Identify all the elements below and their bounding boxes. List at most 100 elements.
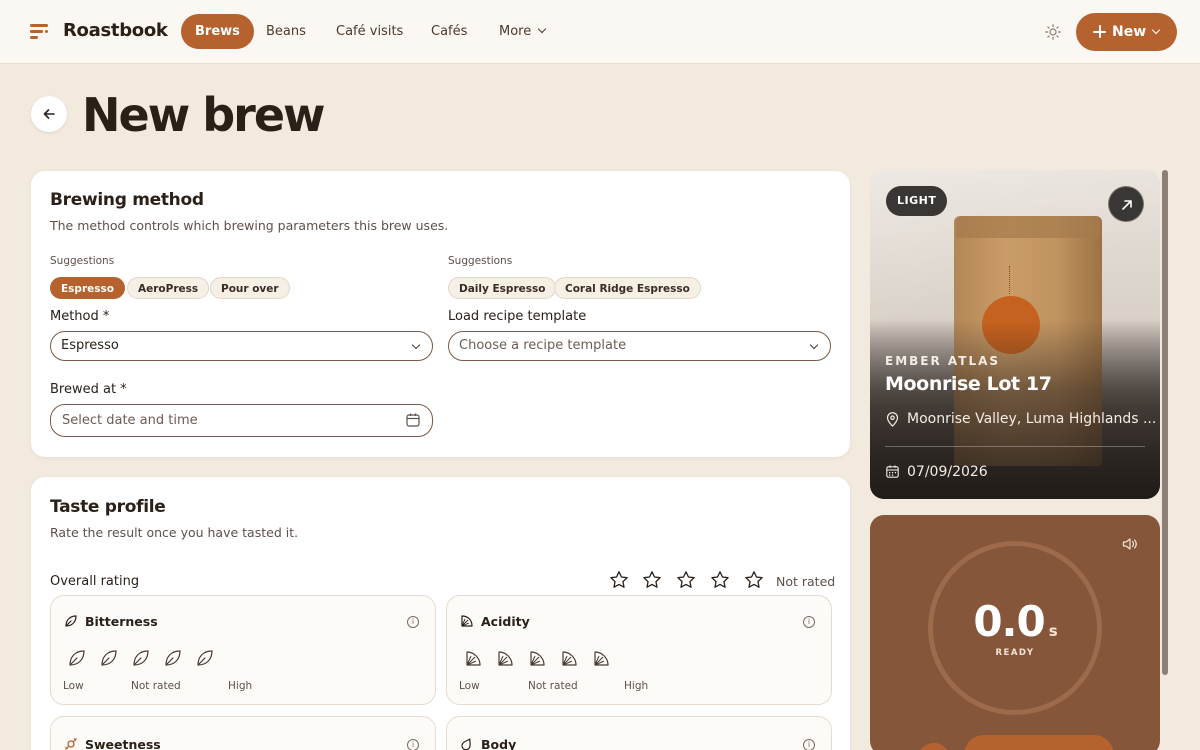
map-pin-icon xyxy=(886,412,899,427)
template-select-placeholder: Choose a recipe template xyxy=(459,338,627,353)
chevron-down-icon xyxy=(411,340,421,350)
method-select-value: Espresso xyxy=(61,338,119,353)
external-link-icon xyxy=(1122,200,1132,210)
nav-tab-more[interactable]: More xyxy=(485,14,559,49)
sweetness-rating-card: Sweetness i xyxy=(50,716,436,750)
citrus-icon[interactable] xyxy=(592,648,612,668)
overall-rating-label: Overall rating xyxy=(50,574,140,589)
info-icon[interactable]: i xyxy=(803,616,815,628)
roast-date: 07/09/2026 xyxy=(907,464,988,480)
leaf-icon[interactable] xyxy=(163,648,183,668)
star-icon[interactable] xyxy=(642,570,662,590)
nav-tab-beans[interactable]: Beans xyxy=(252,14,320,49)
template-chip-coral-ridge-espresso[interactable]: Coral Ridge Espresso xyxy=(554,277,701,299)
taste-profile-card: Taste profile Rate the result once you h… xyxy=(31,477,850,750)
citrus-icon[interactable] xyxy=(528,648,548,668)
citrus-icon xyxy=(461,615,473,627)
coffee-bag-mark xyxy=(1009,266,1013,294)
candy-icon xyxy=(65,738,77,750)
scale-low-label: Low xyxy=(459,680,480,692)
calendar-icon xyxy=(886,465,899,478)
timer-status: READY xyxy=(995,648,1035,658)
leaf-icon[interactable] xyxy=(131,648,151,668)
timer-value: 0.0 xyxy=(973,597,1045,646)
citrus-icon[interactable] xyxy=(464,648,484,668)
acidity-title: Acidity xyxy=(481,614,530,629)
roast-level-badge: LIGHT xyxy=(886,186,948,216)
plus-icon xyxy=(1093,25,1106,38)
star-icon[interactable] xyxy=(609,570,629,590)
template-suggestions-label: Suggestions xyxy=(448,255,513,267)
info-icon[interactable]: i xyxy=(407,739,419,750)
overall-rating-status: Not rated xyxy=(776,574,836,589)
bean-origin: Moonrise Valley, Luma Highlands ... xyxy=(907,411,1157,427)
scale-high-label: High xyxy=(624,680,649,692)
citrus-icon[interactable] xyxy=(496,648,516,668)
brand-name[interactable]: Roastbook xyxy=(63,20,168,41)
acidity-rating-card: Acidity i Low Not rated High xyxy=(446,595,832,705)
nav-tab-cafes[interactable]: Cafés xyxy=(417,14,481,49)
chevron-down-icon xyxy=(809,340,819,350)
leaf-icon xyxy=(65,615,77,627)
speaker-icon[interactable] xyxy=(1122,537,1138,551)
bean-divider xyxy=(885,446,1145,447)
bean-card[interactable]: LIGHT EMBER ATLAS Moonrise Lot 17 Moonri… xyxy=(870,170,1160,499)
brewed-at-label: Brewed at * xyxy=(50,382,127,397)
brew-timer-card: 0.0 s READY xyxy=(870,515,1160,750)
leaf-icon[interactable] xyxy=(195,648,215,668)
new-button-label: New xyxy=(1112,24,1147,40)
template-select[interactable]: Choose a recipe template xyxy=(448,331,831,361)
taste-profile-subtitle: Rate the result once you have tasted it. xyxy=(50,525,299,540)
method-select[interactable]: Espresso xyxy=(50,331,433,361)
logo-icon[interactable] xyxy=(30,24,50,40)
page-title: New brew xyxy=(82,88,326,142)
body-rating-card: Body i xyxy=(446,716,832,750)
body-title: Body xyxy=(481,737,517,750)
open-bean-button[interactable] xyxy=(1108,186,1144,222)
scale-high-label: High xyxy=(228,680,253,692)
scale-low-label: Low xyxy=(63,680,84,692)
method-chip-aeropress[interactable]: AeroPress xyxy=(127,277,210,299)
method-chip-espresso[interactable]: Espresso xyxy=(50,277,125,299)
star-icon[interactable] xyxy=(710,570,730,590)
citrus-icon[interactable] xyxy=(560,648,580,668)
method-chip-pour-over[interactable]: Pour over xyxy=(210,277,290,299)
acidity-status: Not rated xyxy=(528,680,578,692)
scrollbar[interactable] xyxy=(1162,170,1168,675)
brewed-at-placeholder: Select date and time xyxy=(62,413,198,428)
bean-name: Moonrise Lot 17 xyxy=(885,373,1052,395)
calendar-icon xyxy=(406,413,420,427)
leaf-icon[interactable] xyxy=(99,648,119,668)
roaster-name: EMBER ATLAS xyxy=(885,354,1001,368)
sun-icon[interactable] xyxy=(1045,24,1061,40)
nav-more-label: More xyxy=(499,24,532,39)
star-icon[interactable] xyxy=(744,570,764,590)
new-button[interactable]: New xyxy=(1076,13,1177,51)
taste-profile-title: Taste profile xyxy=(50,497,166,517)
chevron-down-icon xyxy=(537,24,547,34)
droplet-icon xyxy=(461,738,471,750)
coffee-bag-top xyxy=(956,216,1100,238)
top-navigation: Roastbook Brews Beans Café visits Cafés … xyxy=(0,0,1200,64)
timer-display: 0.0 s xyxy=(870,597,1160,646)
nav-tab-brews[interactable]: Brews xyxy=(181,14,254,49)
bitterness-rating-card: Bitterness i Low Not rated High xyxy=(50,595,436,705)
method-suggestions-label: Suggestions xyxy=(50,255,115,267)
method-label: Method * xyxy=(50,309,110,324)
back-button[interactable] xyxy=(31,96,67,132)
info-icon[interactable]: i xyxy=(407,616,419,628)
leaf-icon[interactable] xyxy=(67,648,87,668)
star-icon[interactable] xyxy=(676,570,696,590)
brewing-method-card: Brewing method The method controls which… xyxy=(31,171,850,457)
bitterness-status: Not rated xyxy=(131,680,181,692)
timer-start-button[interactable] xyxy=(964,735,1114,750)
brewed-at-input[interactable]: Select date and time xyxy=(50,404,433,437)
timer-unit: s xyxy=(1048,622,1058,640)
info-icon[interactable]: i xyxy=(803,739,815,750)
template-label: Load recipe template xyxy=(448,309,587,324)
brewing-method-subtitle: The method controls which brewing parame… xyxy=(50,218,449,233)
brewing-method-title: Brewing method xyxy=(50,190,204,210)
nav-tab-cafe-visits[interactable]: Café visits xyxy=(322,14,417,49)
sweetness-title: Sweetness xyxy=(85,737,161,750)
template-chip-daily-espresso[interactable]: Daily Espresso xyxy=(448,277,557,299)
